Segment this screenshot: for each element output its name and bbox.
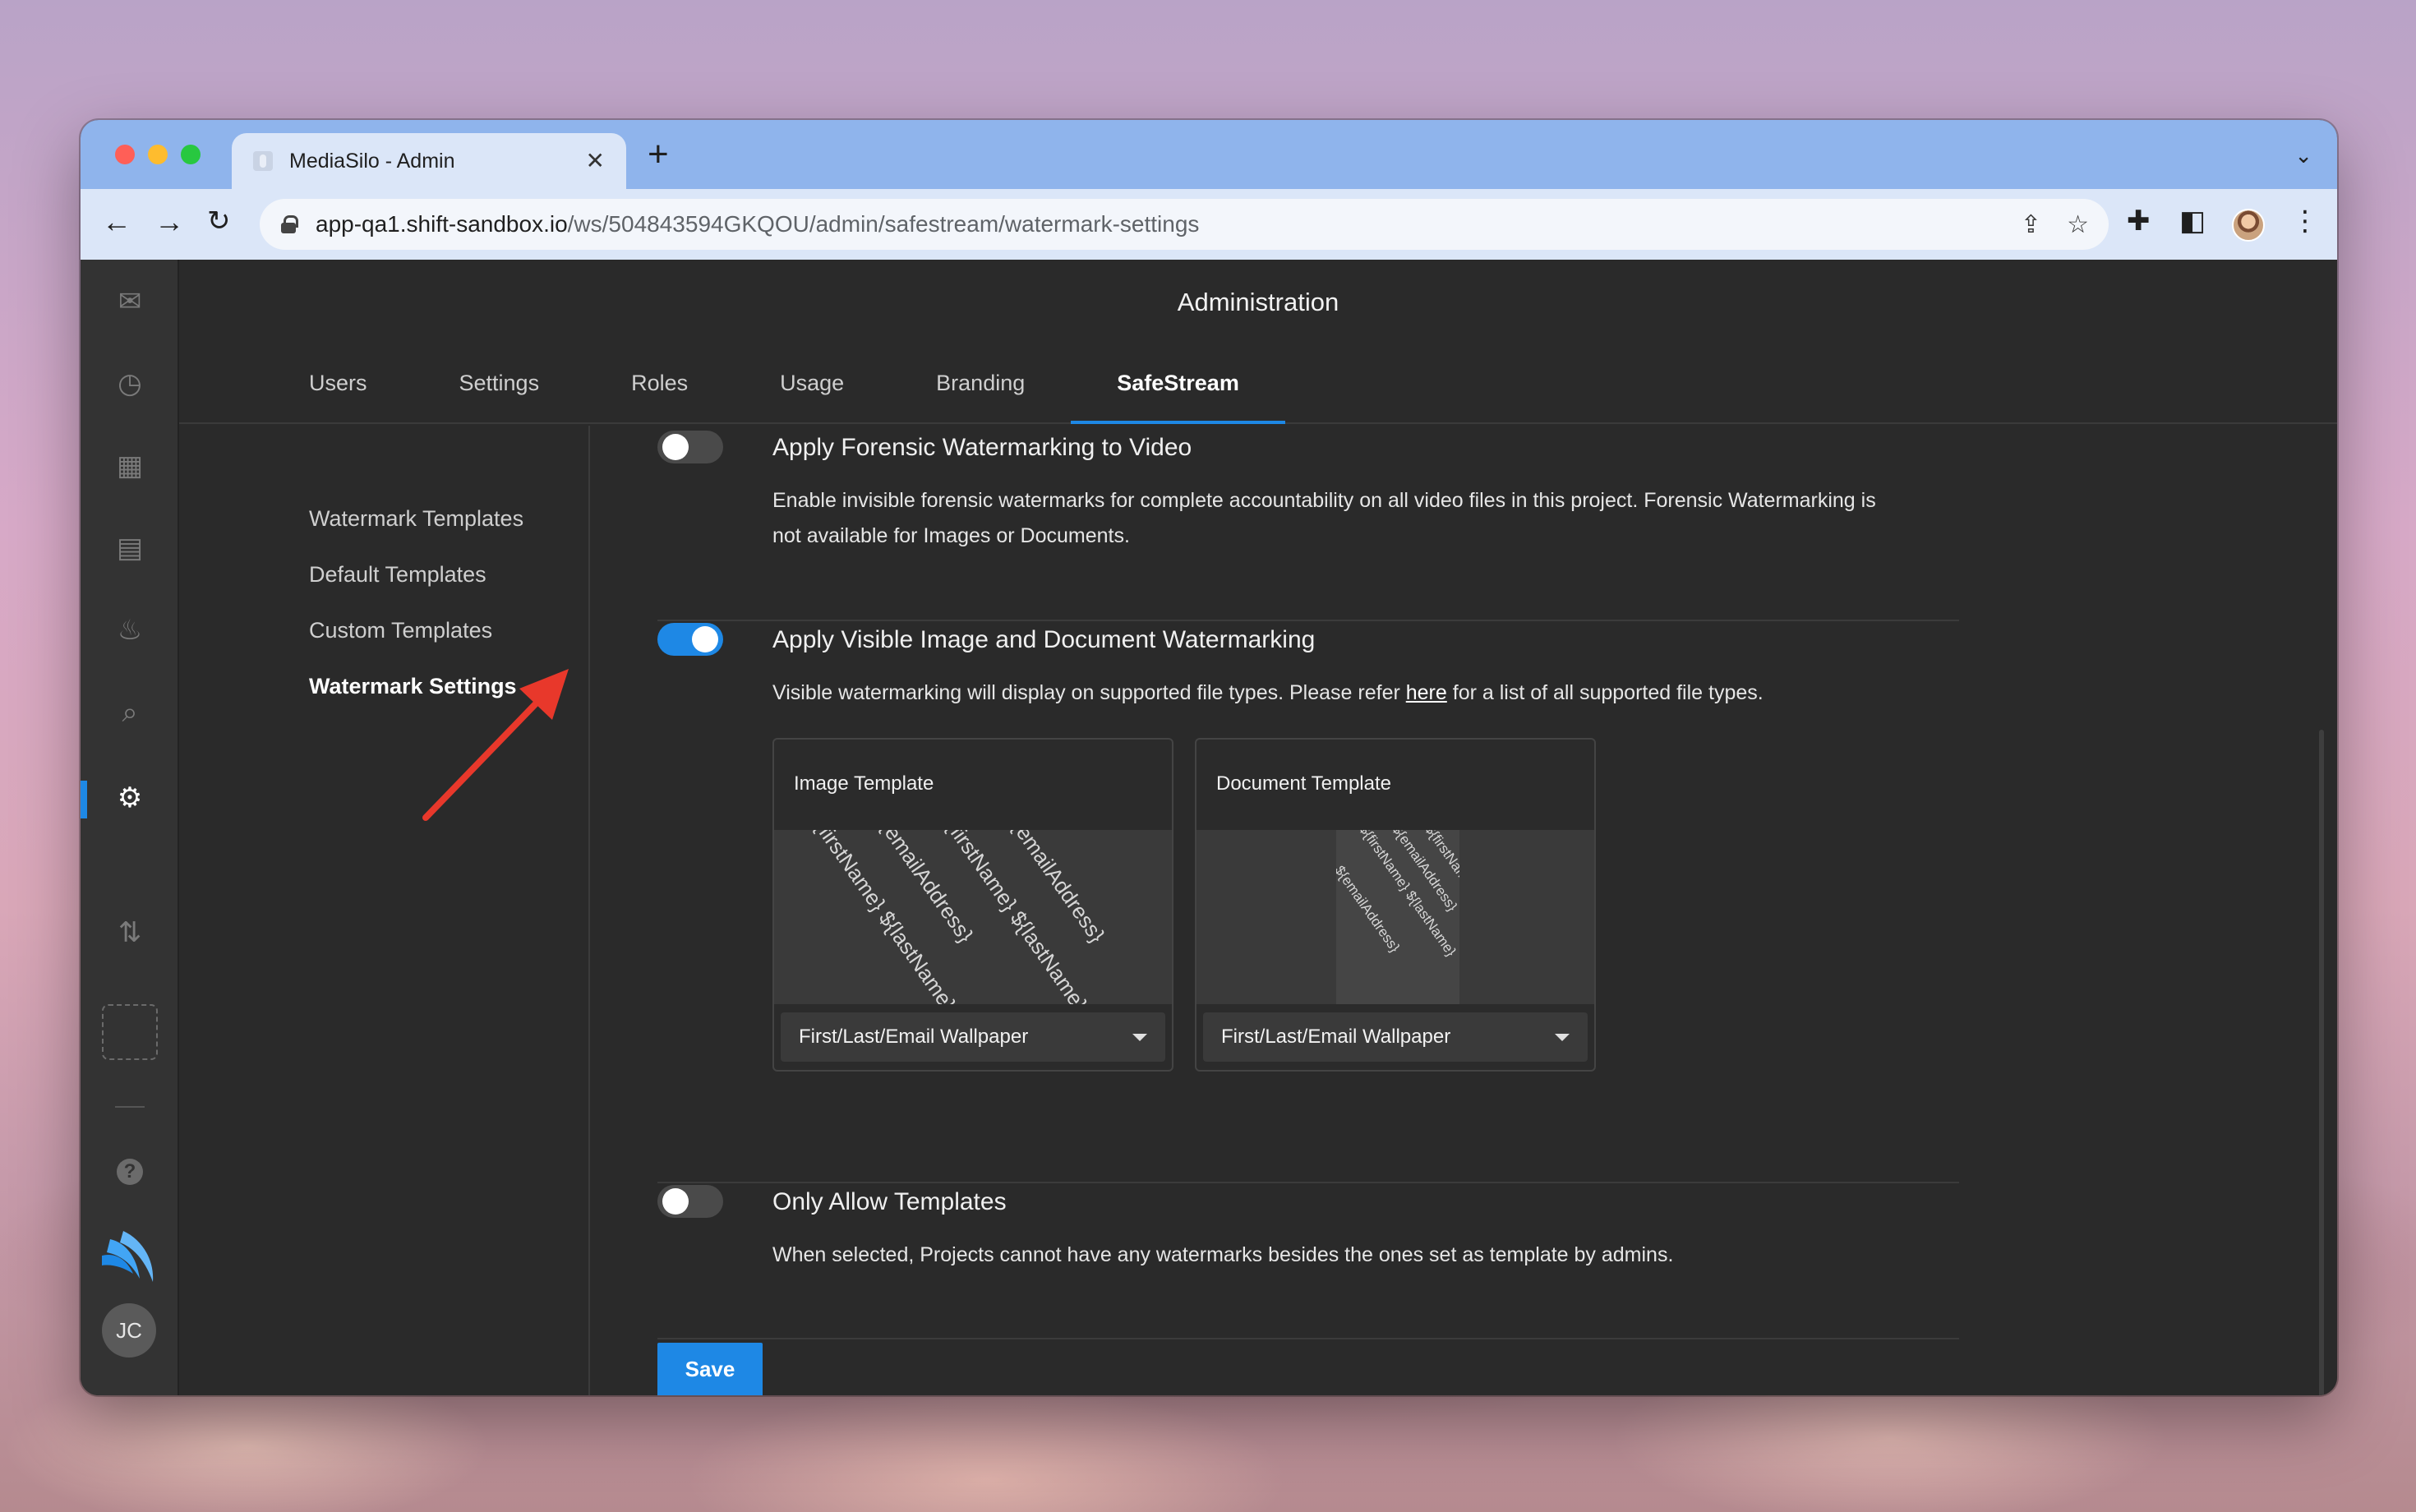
bookmark-star-icon[interactable]: ☆ — [2067, 210, 2089, 239]
forensic-title: Apply Forensic Watermarking to Video — [772, 434, 1192, 461]
tab-usage[interactable]: Usage — [780, 342, 844, 424]
tab-close-icon[interactable]: ✕ — [586, 150, 605, 173]
document-template-card: Document Template ${firstName} ${lastNam… — [1195, 738, 1596, 1072]
mediasilo-logo-icon[interactable] — [99, 1231, 161, 1285]
section-divider — [657, 1182, 1959, 1183]
only-templates-title: Only Allow Templates — [772, 1188, 1007, 1215]
transfer-icon[interactable]: ⇅ — [81, 919, 179, 947]
tab-branding[interactable]: Branding — [936, 342, 1025, 424]
lock-icon[interactable] — [281, 215, 298, 233]
side-panel-icon[interactable]: ◧ — [2179, 207, 2206, 235]
left-rail: ✉ ◷ ▦ ▤ ♨ ⌕ ⚙ ⇅ ? JC — [81, 260, 179, 1395]
document-template-label: Document Template — [1216, 772, 1391, 795]
tab-settings[interactable]: Settings — [459, 342, 540, 424]
document-page-preview: ${firstName} ${lastName} ${emailAddress}… — [1336, 830, 1459, 1004]
subnav-watermark-settings[interactable]: Watermark Settings — [309, 674, 517, 699]
image-template-preview: ${firstName} ${lastName} ${emailAddress}… — [774, 830, 1172, 1004]
subnav-default-templates[interactable]: Default Templates — [309, 562, 486, 588]
extensions-puzzle-icon[interactable]: ✚ — [2127, 207, 2151, 235]
address-bar[interactable]: app-qa1.shift-sandbox.io/ws/504843594GKQ… — [260, 199, 2109, 250]
tab-users[interactable]: Users — [309, 342, 367, 424]
image-template-label: Image Template — [794, 772, 934, 795]
url-text[interactable]: app-qa1.shift-sandbox.io/ws/504843594GKQ… — [316, 211, 1199, 237]
visible-watermark-toggle[interactable] — [657, 623, 723, 656]
url-path: /ws/504843594GKQOU/admin/safestream/wate… — [567, 211, 1200, 237]
browser-tab[interactable]: MediaSilo - Admin ✕ — [232, 133, 626, 189]
profile-avatar[interactable] — [2232, 209, 2265, 242]
image-template-selected: First/Last/Email Wallpaper — [799, 1026, 1029, 1048]
reload-icon[interactable]: ↻ — [207, 207, 231, 235]
chart-icon[interactable]: ▦ — [81, 452, 179, 480]
scrollbar-thumb[interactable] — [2319, 730, 2324, 1395]
section-divider — [657, 620, 1959, 621]
search-icon[interactable]: ⌕ — [81, 698, 179, 726]
maximize-window-button[interactable] — [181, 145, 201, 164]
image-template-card: Image Template ${firstName} ${lastName} … — [772, 738, 1173, 1072]
only-templates-toggle[interactable] — [657, 1185, 723, 1218]
browser-menu-icon[interactable]: ⋮ — [2291, 207, 2319, 235]
forensic-watermark-toggle[interactable] — [657, 431, 723, 463]
visible-description: Visible watermarking will display on sup… — [772, 675, 1956, 711]
image-template-select[interactable]: First/Last/Email Wallpaper — [781, 1012, 1165, 1062]
visible-description-text-end: for a list of all supported file types. — [1446, 681, 1764, 704]
admin-tabs: Users Settings Roles Usage Branding Safe… — [179, 342, 1285, 424]
save-button[interactable]: Save — [657, 1343, 763, 1395]
visible-description-text: Visible watermarking will display on sup… — [772, 681, 1406, 704]
supported-types-link[interactable]: here — [1406, 681, 1447, 704]
only-templates-description: When selected, Projects cannot have any … — [772, 1243, 1674, 1266]
watermark-settings-panel: Apply Forensic Watermarking to Video Ena… — [592, 426, 2337, 1395]
subnav-watermark-templates[interactable]: Watermark Templates — [309, 506, 523, 532]
tab-bar: MediaSilo - Admin ✕ + ⌄ — [81, 120, 2337, 189]
document-template-selected: First/Last/Email Wallpaper — [1221, 1026, 1451, 1048]
caret-down-icon — [1555, 1033, 1570, 1041]
gear-icon[interactable]: ⚙ — [81, 784, 179, 812]
subnav-custom-templates[interactable]: Custom Templates — [309, 618, 492, 643]
document-template-select[interactable]: First/Last/Email Wallpaper — [1203, 1012, 1588, 1062]
share-icon[interactable]: ⇪ — [2021, 210, 2041, 239]
caret-down-icon — [1132, 1033, 1147, 1041]
admin-header: Administration Users Settings Roles Usag… — [179, 260, 2337, 424]
url-host: app-qa1.shift-sandbox.io — [316, 211, 568, 237]
tab-title: MediaSilo - Admin — [289, 149, 455, 173]
browser-toolbar: ← → ↻ app-qa1.shift-sandbox.io/ws/504843… — [81, 189, 2337, 260]
tab-safestream[interactable]: SafeStream — [1071, 342, 1285, 424]
archive-icon[interactable]: ▤ — [81, 534, 179, 562]
flame-icon[interactable]: ♨ — [81, 616, 179, 644]
safestream-subnav: Watermark Templates Default Templates Cu… — [179, 426, 590, 1395]
window-controls — [115, 145, 201, 164]
page-title: Administration — [1177, 288, 1339, 316]
section-divider — [657, 1338, 1959, 1339]
clock-icon[interactable]: ◷ — [81, 370, 179, 398]
document-template-preview: ${firstName} ${lastName} ${emailAddress}… — [1196, 830, 1594, 1004]
user-avatar[interactable]: JC — [102, 1303, 156, 1358]
forensic-description: Enable invisible forensic watermarks for… — [772, 489, 1876, 547]
back-arrow-icon[interactable]: ← — [102, 207, 131, 237]
rail-divider — [115, 1106, 145, 1108]
tab-search-chevron-icon[interactable]: ⌄ — [2294, 143, 2312, 168]
mail-icon[interactable]: ✉ — [81, 288, 179, 316]
close-window-button[interactable] — [115, 145, 135, 164]
new-tab-button[interactable]: + — [648, 136, 669, 173]
forward-arrow-icon[interactable]: → — [154, 207, 184, 237]
add-workspace-placeholder[interactable] — [102, 1004, 158, 1060]
mediasilo-favicon-icon — [253, 151, 273, 171]
visible-title: Apply Visible Image and Document Waterma… — [772, 626, 1316, 653]
browser-window: MediaSilo - Admin ✕ + ⌄ ← → ↻ app-qa1.sh… — [81, 120, 2337, 1395]
tab-roles[interactable]: Roles — [631, 342, 688, 424]
mediasilo-app: ✉ ◷ ▦ ▤ ♨ ⌕ ⚙ ⇅ ? JC Administration User… — [81, 260, 2337, 1395]
minimize-window-button[interactable] — [148, 145, 168, 164]
help-icon[interactable]: ? — [117, 1159, 143, 1185]
